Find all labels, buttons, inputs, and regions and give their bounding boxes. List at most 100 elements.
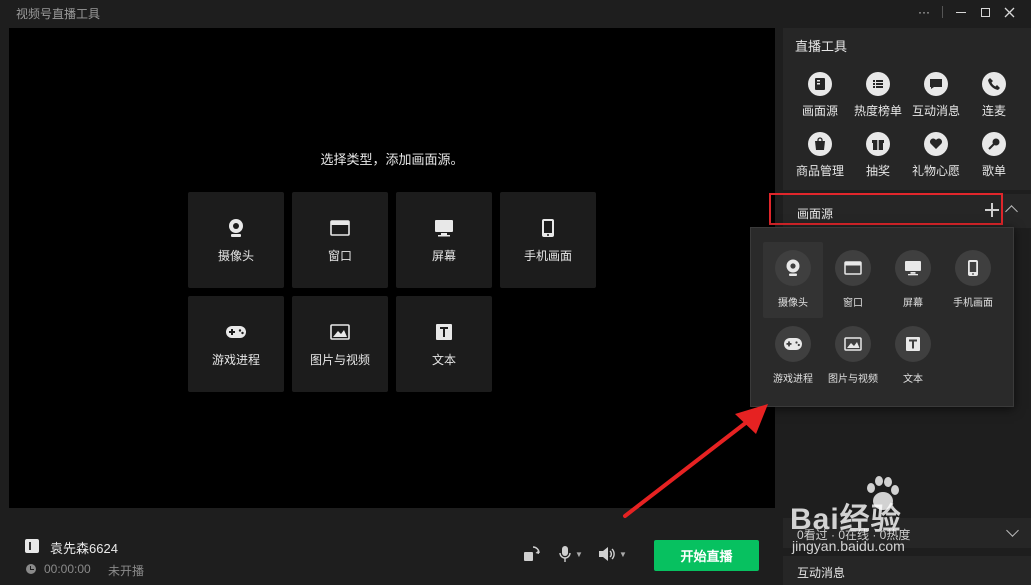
- rotate-button[interactable]: [522, 545, 542, 563]
- tool-label: 礼物心愿: [911, 164, 960, 178]
- text-icon: [895, 326, 931, 362]
- picker-item-camera[interactable]: 摄像头: [763, 242, 823, 318]
- source-tile-label: 屏幕: [431, 248, 456, 263]
- tool-label: 抽奖: [865, 164, 890, 178]
- source-tile-camera[interactable]: 摄像头: [188, 192, 284, 288]
- gift-box-icon: [866, 132, 890, 156]
- camera-icon: [227, 217, 245, 239]
- messages-header: 互动消息: [797, 566, 846, 580]
- image-icon: [330, 321, 350, 343]
- heart-icon: [924, 132, 948, 156]
- tool-label: 热度榜单: [853, 104, 902, 118]
- source-tile-text[interactable]: 文本: [396, 296, 492, 392]
- picker-item-label: 屏幕: [903, 298, 923, 309]
- tool-hot-list[interactable]: 热度榜单: [849, 72, 907, 132]
- picker-item-label: 手机画面: [953, 298, 993, 309]
- phone-icon: [541, 217, 555, 239]
- source-tile-label: 摄像头: [217, 248, 254, 263]
- monitor-icon: [895, 250, 931, 286]
- minimize-button[interactable]: [949, 2, 973, 22]
- picker-item-image-video[interactable]: 图片与视频: [823, 318, 883, 394]
- picker-item-text[interactable]: 文本: [883, 318, 943, 394]
- tool-gift-wish[interactable]: 礼物心愿: [907, 132, 965, 192]
- phone-icon: [955, 250, 991, 286]
- app-title: 视频号直播工具: [16, 7, 101, 21]
- rotate-icon: [524, 546, 540, 561]
- tool-source[interactable]: 画面源: [791, 72, 849, 132]
- picker-item-game[interactable]: 游戏进程: [763, 318, 823, 394]
- source-tile-label: 文本: [431, 352, 456, 367]
- title-bar: 视频号直播工具 ···: [0, 0, 1031, 26]
- tool-lottery[interactable]: 抽奖: [849, 132, 907, 192]
- start-live-button[interactable]: 开始直播: [654, 540, 759, 571]
- camera-icon: [775, 250, 811, 286]
- source-icon: [808, 72, 832, 96]
- bottom-bar: 袁先森6624 00:00:00 未开播 ▼ ▼ 开始直播: [0, 510, 780, 585]
- source-tile-label: 图片与视频: [309, 352, 370, 367]
- list-icon: [866, 72, 890, 96]
- source-tile-phone[interactable]: 手机画面: [500, 192, 596, 288]
- more-icon[interactable]: ···: [912, 2, 936, 22]
- speaker-control[interactable]: ▼: [598, 545, 627, 563]
- picker-item-window[interactable]: 窗口: [823, 242, 883, 318]
- chevron-down-icon: ▼: [575, 549, 583, 559]
- source-picker-grid: 摄像头 窗口 屏幕 手机画面 游戏进程 图片与视频 文本: [763, 242, 1003, 394]
- picker-item-label: 图片与视频: [828, 374, 878, 385]
- source-tile-window[interactable]: 窗口: [292, 192, 388, 288]
- maximize-icon: [980, 7, 990, 17]
- watermark-url: jingyan.baidu.com: [792, 538, 905, 554]
- text-icon: [435, 321, 453, 343]
- avatar: [25, 539, 39, 553]
- picker-item-label: 摄像头: [778, 298, 808, 309]
- window-icon: [330, 217, 350, 239]
- picker-item-screen[interactable]: 屏幕: [883, 242, 943, 318]
- bag-icon: [808, 132, 832, 156]
- call-icon: [982, 72, 1006, 96]
- image-icon: [835, 326, 871, 362]
- source-tile-game[interactable]: 游戏进程: [188, 296, 284, 392]
- source-tile-image-video[interactable]: 图片与视频: [292, 296, 388, 392]
- live-tools-grid: 画面源 热度榜单 互动消息 连麦 商品管理 抽奖 礼物心愿 歌单: [791, 72, 1023, 192]
- picker-item-label: 游戏进程: [773, 374, 813, 385]
- picker-item-phone[interactable]: 手机画面: [943, 242, 1003, 318]
- tool-co-host[interactable]: 连麦: [965, 72, 1023, 132]
- tool-label: 互动消息: [911, 104, 960, 118]
- live-tools-card: 直播工具 画面源 热度榜单 互动消息 连麦 商品管理 抽奖 礼物心愿 歌单: [783, 28, 1031, 190]
- messages-row[interactable]: 互动消息: [783, 556, 1031, 585]
- chevron-down-icon[interactable]: [1006, 524, 1019, 537]
- microphone-control[interactable]: ▼: [558, 545, 583, 563]
- maximize-button[interactable]: [973, 2, 997, 22]
- source-picker-popup: 摄像头 窗口 屏幕 手机画面 游戏进程 图片与视频 文本: [750, 227, 1014, 407]
- source-type-grid: 摄像头 窗口 屏幕 手机画面 游戏进程 图片与视频 文本: [188, 192, 596, 392]
- tool-song-list[interactable]: 歌单: [965, 132, 1023, 192]
- gamepad-icon: [225, 321, 247, 343]
- speaker-icon: [599, 547, 615, 561]
- gamepad-icon: [775, 326, 811, 362]
- stage-hint: 选择类型，添加画面源。: [320, 152, 464, 167]
- source-tile-label: 手机画面: [523, 248, 572, 263]
- live-status: 未开播: [108, 564, 145, 578]
- close-icon: [1004, 7, 1014, 17]
- tool-label: 歌单: [981, 164, 1006, 178]
- preview-stage: 选择类型，添加画面源。 摄像头 窗口 屏幕 手机画面 游戏进程 图片与视频 文本: [9, 28, 775, 508]
- microphone-icon: [559, 546, 571, 562]
- mic-icon: [982, 132, 1006, 156]
- source-tile-label: 游戏进程: [211, 352, 260, 367]
- highlight-frame: [769, 193, 1003, 225]
- watermark-text: Bai经验: [790, 503, 902, 536]
- tool-label: 连麦: [981, 104, 1006, 118]
- tool-products[interactable]: 商品管理: [791, 132, 849, 192]
- user-name: 袁先森6624: [50, 541, 118, 556]
- live-timer: 00:00:00: [44, 562, 91, 576]
- tool-messages[interactable]: 互动消息: [907, 72, 965, 132]
- window-controls-divider: [942, 6, 943, 18]
- picker-item-label: 窗口: [843, 298, 863, 309]
- chevron-up-icon[interactable]: [1005, 205, 1018, 218]
- picker-item-label: 文本: [903, 374, 923, 385]
- message-icon: [924, 72, 948, 96]
- source-tile-screen[interactable]: 屏幕: [396, 192, 492, 288]
- source-tile-label: 窗口: [327, 248, 352, 263]
- clock-icon: [26, 564, 36, 574]
- minimize-icon: [956, 11, 966, 13]
- close-button[interactable]: [997, 2, 1021, 22]
